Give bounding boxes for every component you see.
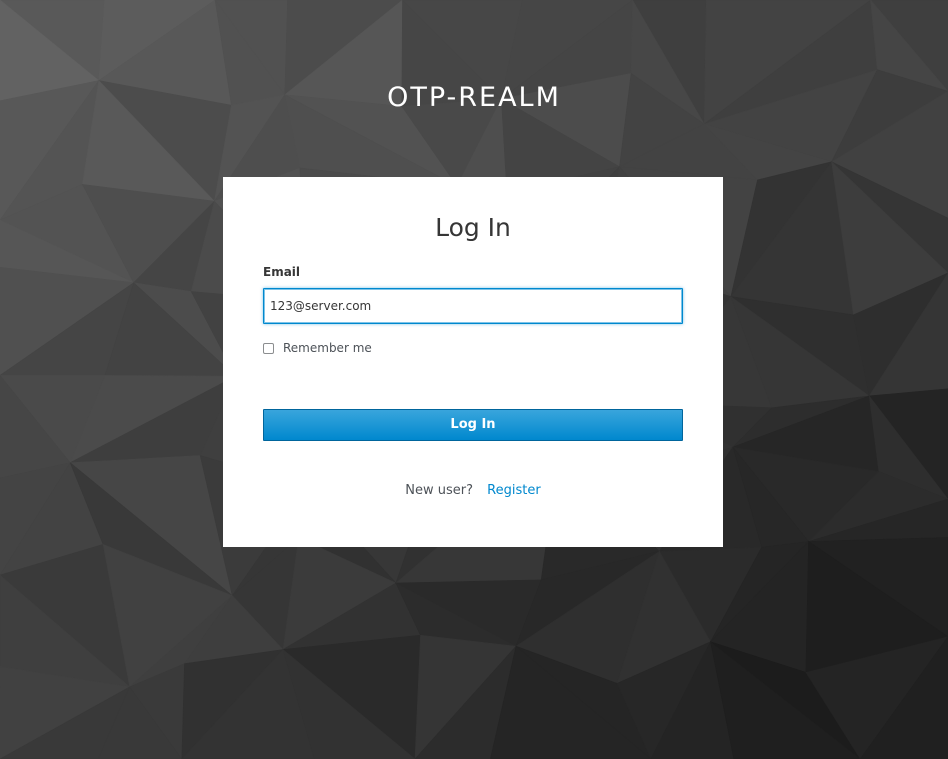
realm-title: OTP-REALM [387, 82, 561, 113]
email-input[interactable] [263, 288, 683, 324]
remember-me-row[interactable]: Remember me [263, 341, 372, 355]
login-card: Log In Email Remember me Log In New user… [223, 177, 723, 547]
remember-me-label: Remember me [283, 341, 372, 355]
remember-me-checkbox[interactable] [263, 342, 274, 354]
register-row: New user? Register [223, 483, 723, 498]
register-link[interactable]: Register [487, 483, 541, 498]
login-button[interactable]: Log In [263, 409, 683, 441]
new-user-text: New user? [405, 483, 474, 498]
login-heading: Log In [435, 213, 511, 242]
email-label: Email [263, 265, 301, 279]
